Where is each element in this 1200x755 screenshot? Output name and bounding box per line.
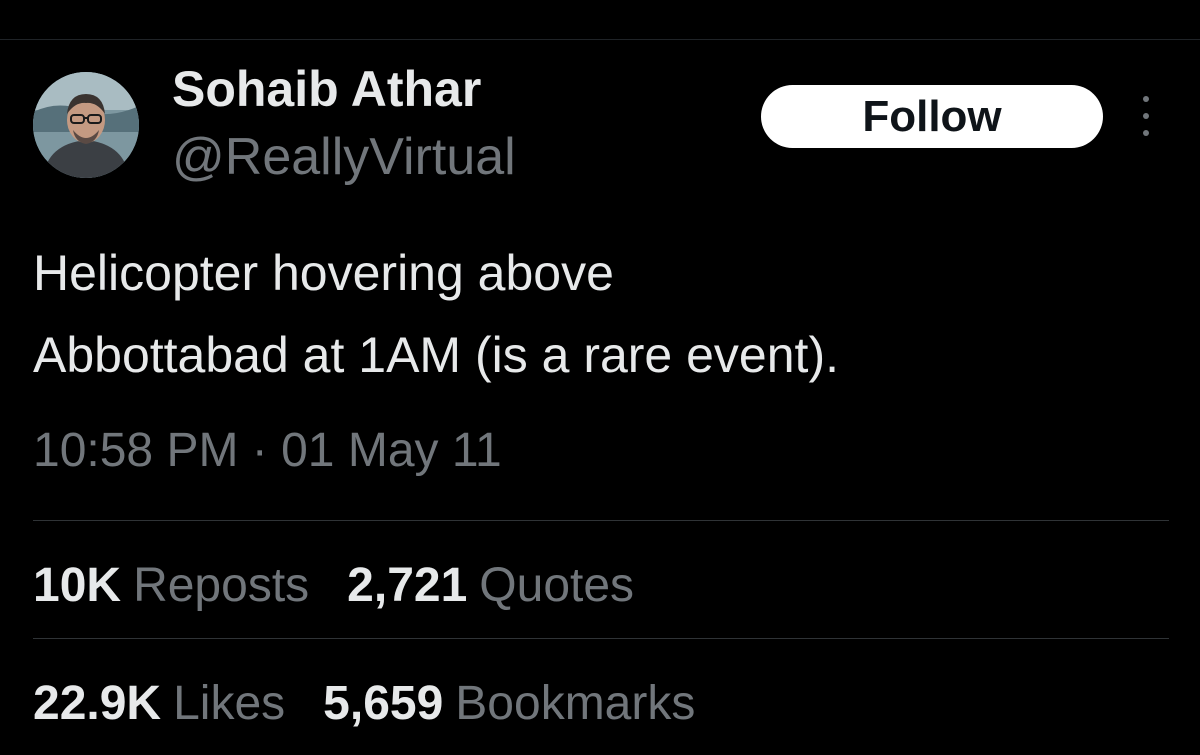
quotes-label: Quotes bbox=[479, 559, 635, 612]
stats-row-reposts-quotes: 10K Reposts 2,721 Quotes bbox=[33, 556, 672, 616]
reposts-label: Reposts bbox=[133, 559, 310, 612]
more-dot bbox=[1143, 96, 1149, 102]
tweet-detail: Sohaib Athar @ReallyVirtual Follow Helic… bbox=[0, 0, 1200, 755]
more-dot bbox=[1143, 130, 1149, 136]
tweet-timestamp[interactable]: 10:58 PM · 01 May 11 bbox=[33, 421, 502, 481]
tweet-text: Helicopter hovering above Abbottabad at … bbox=[33, 232, 1173, 396]
avatar[interactable] bbox=[33, 72, 139, 178]
bookmarks-stat[interactable]: 5,659 Bookmarks bbox=[323, 674, 695, 734]
avatar-photo bbox=[33, 72, 139, 178]
quotes-stat[interactable]: 2,721 Quotes bbox=[347, 556, 634, 616]
author-handle[interactable]: @ReallyVirtual bbox=[172, 127, 516, 187]
divider bbox=[33, 638, 1169, 639]
stats-row-likes-bookmarks: 22.9K Likes 5,659 Bookmarks bbox=[33, 674, 733, 734]
quotes-count: 2,721 bbox=[347, 559, 468, 612]
tweet-text-line: Abbottabad at 1AM (is a rare event). bbox=[33, 327, 839, 383]
tweet-text-line: Helicopter hovering above bbox=[33, 245, 614, 301]
more-vertical-icon[interactable] bbox=[1136, 96, 1156, 136]
divider bbox=[33, 520, 1169, 521]
follow-button[interactable]: Follow bbox=[761, 85, 1103, 148]
reposts-stat[interactable]: 10K Reposts bbox=[33, 556, 309, 616]
likes-label: Likes bbox=[173, 677, 286, 730]
more-dot bbox=[1143, 113, 1149, 119]
bookmarks-label: Bookmarks bbox=[455, 677, 696, 730]
likes-stat[interactable]: 22.9K Likes bbox=[33, 674, 285, 734]
author-display-name[interactable]: Sohaib Athar bbox=[172, 60, 481, 118]
likes-count: 22.9K bbox=[33, 677, 162, 730]
reposts-count: 10K bbox=[33, 559, 122, 612]
bookmarks-count: 5,659 bbox=[323, 677, 444, 730]
